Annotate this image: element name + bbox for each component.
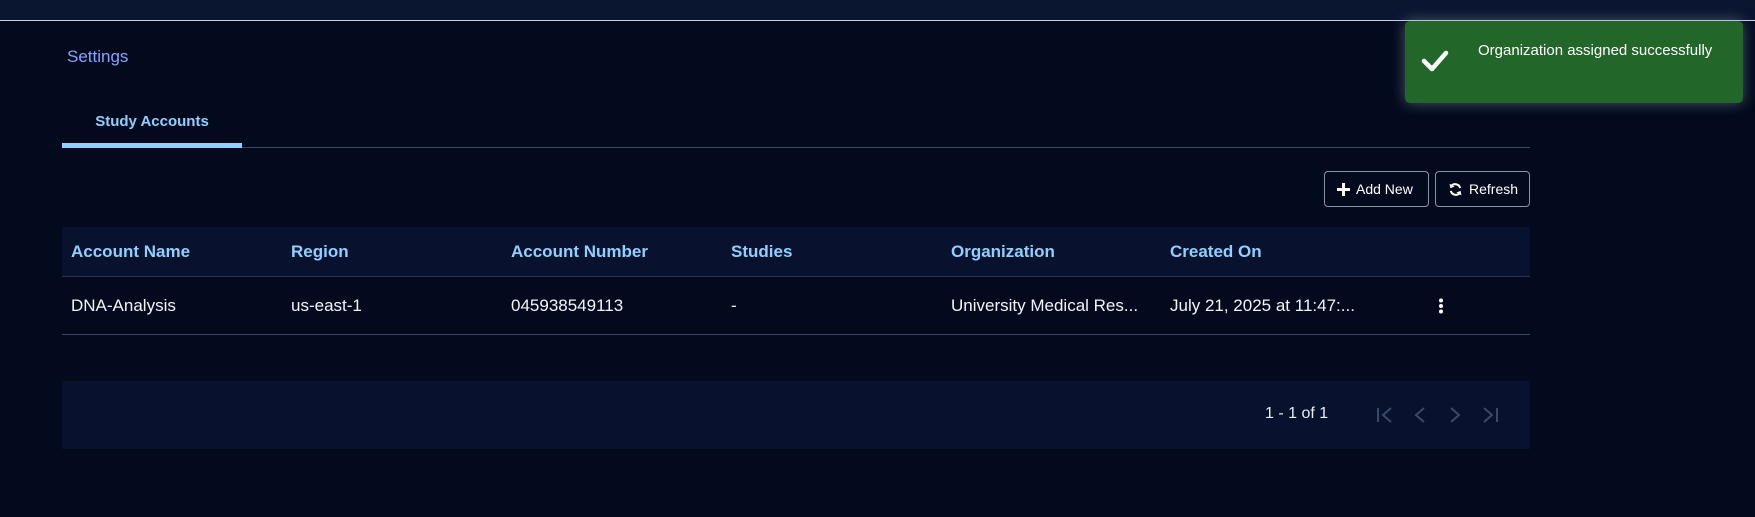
first-page-icon[interactable] — [1373, 403, 1397, 427]
chevron-right-icon[interactable] — [1443, 403, 1467, 427]
cell-account-name: DNA-Analysis — [71, 295, 176, 315]
tab-study-accounts[interactable]: Study Accounts — [62, 97, 242, 148]
pagination-bar: 1 - 1 of 1 — [62, 381, 1530, 449]
cell-organization: University Medical Res... — [951, 295, 1139, 315]
cell-created-on: July 21, 2025 at 11:47:... — [1170, 295, 1355, 315]
top-bar — [0, 0, 1755, 21]
column-header-created-on[interactable]: Created On — [1161, 242, 1371, 262]
more-vertical-icon[interactable] — [1431, 294, 1451, 318]
toast-message: Organization assigned successfully — [1478, 42, 1713, 59]
cell-region: us-east-1 — [291, 295, 362, 315]
study-accounts-table: Account Name Region Account Number Studi… — [62, 227, 1530, 335]
chevron-left-icon[interactable] — [1408, 403, 1432, 427]
add-new-label: Add New — [1356, 181, 1413, 197]
pagination-range: 1 - 1 of 1 — [1265, 405, 1329, 422]
success-toast[interactable]: Organization assigned successfully — [1405, 21, 1743, 103]
refresh-label: Refresh — [1469, 181, 1519, 197]
cell-account-number: 045938549113 — [511, 295, 624, 315]
last-page-icon[interactable] — [1478, 403, 1502, 427]
column-header-studies[interactable]: Studies — [722, 242, 942, 262]
tab-bar: Study Accounts — [62, 97, 1530, 148]
column-header-account-number[interactable]: Account Number — [502, 242, 722, 262]
add-new-button[interactable]: Add New — [1324, 171, 1429, 207]
refresh-icon — [1448, 182, 1463, 197]
cell-studies: - — [731, 295, 737, 315]
table-row[interactable]: DNA-Analysis us-east-1 045938549113 - Un… — [62, 277, 1530, 335]
column-header-organization[interactable]: Organization — [942, 242, 1161, 262]
check-icon — [1421, 49, 1449, 78]
plus-icon — [1337, 182, 1350, 196]
breadcrumb-settings[interactable]: Settings — [67, 47, 128, 67]
column-header-account-name[interactable]: Account Name — [62, 242, 282, 262]
column-header-region[interactable]: Region — [282, 242, 502, 262]
refresh-button[interactable]: Refresh — [1435, 171, 1530, 207]
table-header: Account Name Region Account Number Studi… — [62, 227, 1530, 277]
